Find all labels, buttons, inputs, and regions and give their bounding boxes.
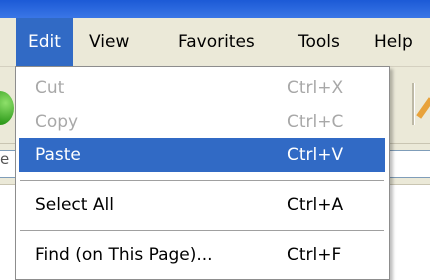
menu-edit[interactable]: Edit [16, 18, 73, 66]
menu-help[interactable]: Help [362, 18, 425, 66]
menu-item-select-all[interactable]: Select All Ctrl+A [19, 188, 385, 222]
menu-item-copy[interactable]: Copy Ctrl+C [19, 105, 385, 139]
menu-item-cut[interactable]: Cut Ctrl+X [19, 71, 385, 105]
window-title-bar [0, 0, 430, 18]
menu-item-label: Find (on This Page)... [35, 245, 213, 265]
toolbar-separator [412, 83, 415, 125]
menu-item-label: Select All [35, 195, 114, 215]
menu-item-shortcut: Ctrl+A [287, 195, 344, 215]
address-label-fragment: e [0, 150, 10, 168]
back-arrow-icon[interactable] [0, 91, 14, 125]
menu-item-shortcut: Ctrl+F [287, 245, 342, 265]
edit-menu-dropdown: Cut Ctrl+X Copy Ctrl+C Paste Ctrl+V Sele… [15, 66, 390, 280]
menu-item-paste[interactable]: Paste Ctrl+V [19, 138, 385, 172]
menu-item-find[interactable]: Find (on This Page)... Ctrl+F [19, 238, 385, 272]
menu-item-label: Cut [35, 78, 65, 98]
menu-separator [20, 230, 384, 231]
menu-item-label: Paste [35, 145, 81, 165]
menu-bar: Edit View Favorites Tools Help [0, 18, 430, 67]
pencil-edit-icon[interactable] [416, 97, 430, 119]
menu-item-shortcut: Ctrl+C [287, 112, 344, 132]
menu-separator [20, 180, 384, 181]
menu-item-label: Copy [35, 112, 79, 132]
menu-tools[interactable]: Tools [286, 18, 352, 66]
menu-item-shortcut: Ctrl+X [287, 78, 344, 98]
menu-item-shortcut: Ctrl+V [287, 145, 344, 165]
menu-view[interactable]: View [77, 18, 141, 66]
menu-favorites[interactable]: Favorites [166, 18, 267, 66]
